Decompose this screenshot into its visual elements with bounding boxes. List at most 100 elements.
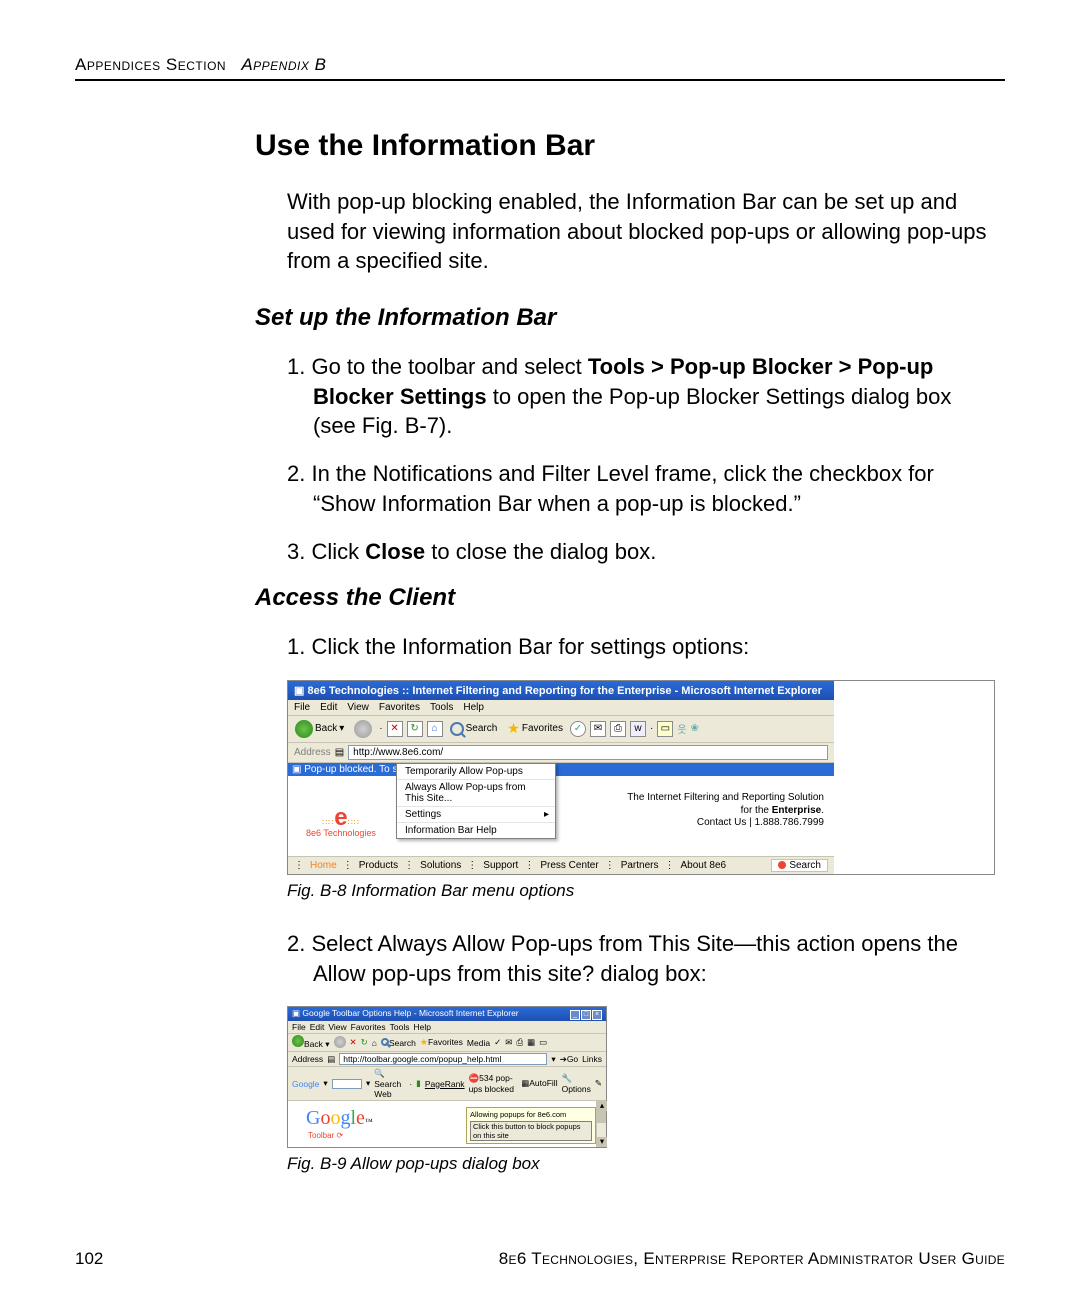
list-item: 2. Select Always Allow Pop-ups from This… xyxy=(287,929,995,988)
refresh-icon[interactable]: ↻ xyxy=(407,721,423,737)
search-button[interactable]: Search xyxy=(381,1038,416,1048)
search-button[interactable]: Search xyxy=(447,721,501,737)
window-icon: ▣ xyxy=(292,1008,300,1018)
allow-toggle-button[interactable]: Click this button to block popups on thi… xyxy=(470,1121,592,1141)
toolbar: Back ▾ ✕ ↻ ⌂ Search ★Favorites Media ✓ ✉… xyxy=(288,1034,606,1052)
menu-item[interactable]: View xyxy=(328,1022,346,1032)
site-search[interactable]: Search xyxy=(771,859,828,872)
research-icon[interactable]: ❀ xyxy=(691,723,699,734)
search-dot-icon xyxy=(778,861,786,869)
media-button[interactable]: Media xyxy=(467,1038,490,1048)
menu-item-settings[interactable]: Settings xyxy=(397,807,555,823)
list-item: 1. Click the Information Bar for setting… xyxy=(287,632,995,662)
menu-item-help[interactable]: Information Bar Help xyxy=(397,823,555,838)
pagerank-icon[interactable]: ▮ xyxy=(416,1078,421,1089)
home-icon[interactable]: ⌂ xyxy=(427,721,443,737)
scroll-thumb[interactable] xyxy=(596,1111,606,1123)
dropdown-icon[interactable]: ▾ xyxy=(551,1054,555,1065)
edit-icon[interactable]: w xyxy=(630,721,646,737)
stop-icon[interactable]: ✕ xyxy=(387,721,403,737)
menu-item[interactable]: View xyxy=(347,702,369,713)
mail-icon[interactable]: ✉ xyxy=(590,721,606,737)
menu-item[interactable]: Tools xyxy=(430,702,453,713)
back-button[interactable]: Back ▾ xyxy=(292,719,347,739)
stop-icon[interactable]: ✕ xyxy=(350,1037,357,1048)
google-toolbar: Google▾ ▾ 🔍Search Web · ▮ PageRank ⛔534 … xyxy=(288,1067,606,1101)
menu-item[interactable]: Favorites xyxy=(379,702,420,713)
maximize-button[interactable]: □ xyxy=(581,1010,591,1020)
nav-link[interactable]: About 8e6 xyxy=(680,860,726,871)
scroll-down-icon[interactable]: ▾ xyxy=(597,1137,607,1147)
nav-link[interactable]: Solutions xyxy=(420,860,461,871)
google-search-input[interactable] xyxy=(332,1079,362,1089)
separator: · xyxy=(650,723,653,734)
mail-icon[interactable]: ✉ xyxy=(505,1037,512,1048)
allow-popups-dialog: Allowing popups for 8e6.com Click this b… xyxy=(466,1107,596,1144)
figure-b8: ▣ 8e6 Technologies :: Internet Filtering… xyxy=(287,680,995,875)
favorites-button[interactable]: ★Favorites xyxy=(504,719,566,738)
menu-item[interactable]: Favorites xyxy=(351,1022,386,1032)
menu-item[interactable]: Help xyxy=(413,1022,430,1032)
links-label[interactable]: Links xyxy=(582,1054,602,1064)
address-input[interactable]: http://www.8e6.com/ xyxy=(348,745,828,760)
discuss-icon[interactable]: ▭ xyxy=(539,1037,547,1048)
nav-link[interactable]: Support xyxy=(483,860,518,871)
nav-link[interactable]: Partners xyxy=(621,860,659,871)
menu-item[interactable]: Tools xyxy=(390,1022,410,1032)
toolbar-label: Toolbar ⟳ xyxy=(308,1131,343,1140)
forward-button[interactable] xyxy=(334,1036,346,1050)
print-icon[interactable]: ⎙ xyxy=(610,721,626,737)
list-item: 2. In the Notifications and Filter Level… xyxy=(287,459,995,518)
menu-item[interactable]: Edit xyxy=(320,702,337,713)
ie-window: ▣ 8e6 Technologies :: Internet Filtering… xyxy=(288,681,834,874)
separator: · xyxy=(379,723,382,734)
window-title-bar: ▣ 8e6 Technologies :: Internet Filtering… xyxy=(288,681,834,700)
intro-paragraph: With pop-up blocking enabled, the Inform… xyxy=(287,187,995,276)
search-icon xyxy=(450,722,464,736)
history-icon[interactable]: ✓ xyxy=(494,1037,501,1048)
header-section: Appendices Section xyxy=(75,55,226,74)
section-heading-access: Access the Client xyxy=(255,584,995,612)
menu-item[interactable]: Help xyxy=(463,702,484,713)
tagline: The Internet Filtering and Reporting Sol… xyxy=(627,792,824,830)
menu-item[interactable]: File xyxy=(294,702,310,713)
nav-link[interactable]: Products xyxy=(359,860,398,871)
main-content: Use the Information Bar With pop-up bloc… xyxy=(255,129,995,1174)
window-title: 8e6 Technologies :: Internet Filtering a… xyxy=(307,685,821,697)
home-icon[interactable]: ⌂ xyxy=(372,1038,377,1048)
discuss-icon[interactable]: ▭ xyxy=(657,721,673,737)
close-button[interactable]: × xyxy=(592,1010,602,1020)
print-icon[interactable]: ⎙ xyxy=(516,1037,523,1048)
scrollbar[interactable]: ▴ ▾ xyxy=(596,1101,606,1147)
forward-button[interactable] xyxy=(351,719,375,739)
autofill-button[interactable]: ▦AutoFill xyxy=(521,1078,557,1089)
options-button[interactable]: 🔧Options xyxy=(562,1073,591,1094)
pagerank-label: PageRank xyxy=(425,1079,465,1089)
menu-item-always-allow[interactable]: Always Allow Pop-ups from This Site... xyxy=(397,780,555,807)
minimize-button[interactable]: _ xyxy=(570,1010,580,1020)
highlight-icon[interactable]: ✎ xyxy=(595,1078,602,1089)
menu-item[interactable]: File xyxy=(292,1022,306,1032)
go-button[interactable]: ➔Go xyxy=(560,1054,578,1065)
favorites-button[interactable]: ★Favorites xyxy=(420,1037,463,1048)
nav-home[interactable]: Home xyxy=(310,860,337,871)
figure-caption-b8: Fig. B-8 Information Bar menu options xyxy=(287,881,995,901)
google-logo: Google™ xyxy=(306,1107,373,1130)
search-icon xyxy=(381,1038,389,1046)
search-web-button[interactable]: 🔍Search Web xyxy=(374,1068,405,1099)
steps-list-access-2: 2. Select Always Allow Pop-ups from This… xyxy=(287,929,995,988)
refresh-icon[interactable]: ↻ xyxy=(361,1037,368,1048)
popup-blocked-button[interactable]: ⛔534 pop-ups blocked xyxy=(469,1073,518,1094)
menu-item[interactable]: Edit xyxy=(310,1022,325,1032)
nav-link[interactable]: Press Center xyxy=(540,860,598,871)
edit-icon[interactable]: ▦ xyxy=(527,1037,535,1048)
address-input[interactable]: http://toolbar.google.com/popup_help.htm… xyxy=(339,1053,547,1065)
messenger-icon[interactable]: 웃 xyxy=(677,721,686,736)
page-icon: ▤ xyxy=(327,1054,335,1065)
site-nav: ⋮ Home⋮ Products⋮ Solutions⋮ Support⋮ Pr… xyxy=(288,856,834,874)
back-button[interactable]: Back ▾ xyxy=(292,1035,330,1050)
information-bar[interactable]: ▣ Pop-up blocked. To see thi xyxy=(288,763,834,776)
scroll-up-icon[interactable]: ▴ xyxy=(597,1101,607,1111)
history-icon[interactable]: ✓ xyxy=(570,721,586,737)
menu-item-temp-allow[interactable]: Temporarily Allow Pop-ups xyxy=(397,764,555,780)
